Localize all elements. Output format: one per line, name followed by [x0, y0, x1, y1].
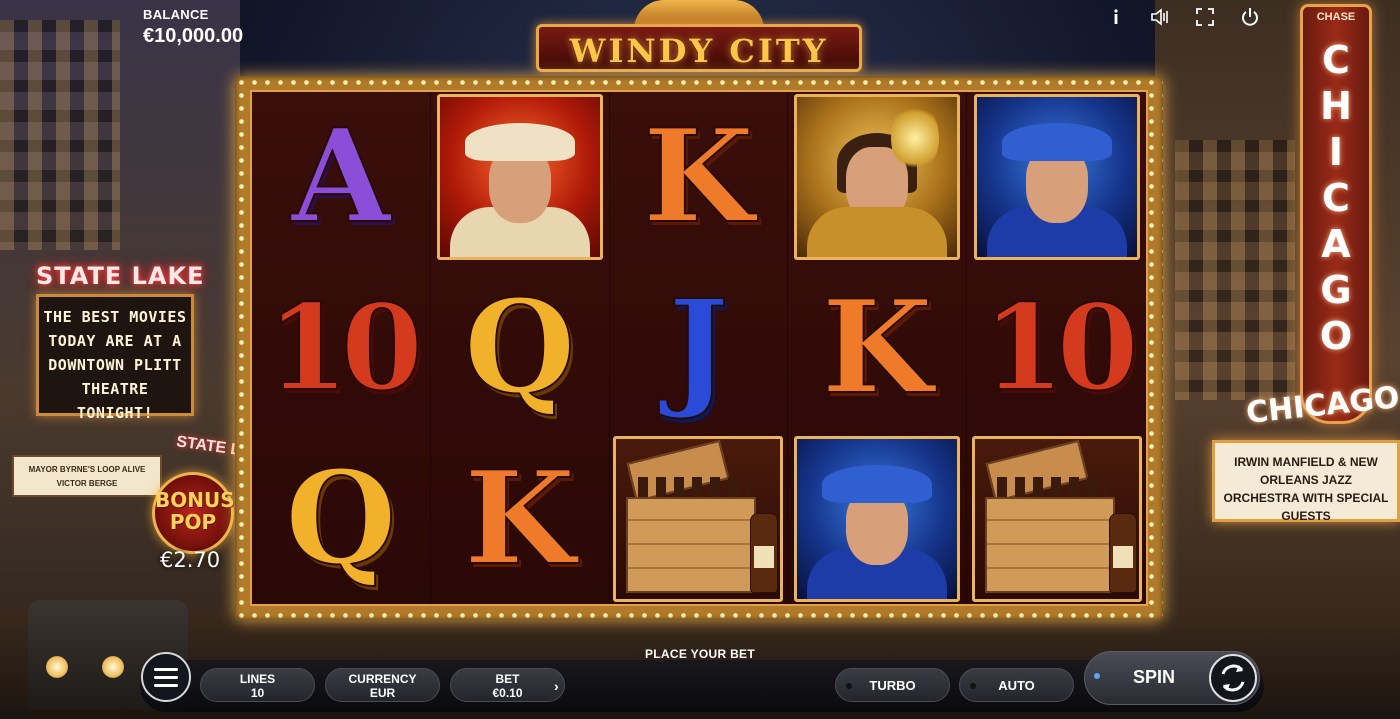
lines-value: 10	[250, 686, 265, 700]
mob-boss-symbol	[436, 94, 603, 261]
hamburger-icon	[154, 675, 178, 679]
bonus-pop-amount: €2.70	[160, 548, 221, 572]
balance-value: €10,000.00	[143, 25, 244, 47]
reel-grid: A 10 Q Q K K J K 10	[250, 90, 1148, 606]
symbol-k: K	[642, 102, 755, 253]
chicago-letter: C	[1322, 38, 1350, 82]
bet-label: BET	[495, 672, 520, 686]
power-icon[interactable]	[1239, 6, 1261, 28]
reel-cell	[788, 92, 966, 263]
reel-cell	[431, 92, 609, 263]
whisky-crate-symbol	[971, 435, 1142, 602]
bonus-pop-line1: BONUS	[155, 488, 235, 512]
reel-cell	[610, 433, 788, 604]
marquee-line: VICTOR BERGE	[56, 479, 118, 488]
chevron-right-icon[interactable]: ›	[554, 678, 559, 694]
hamburger-icon	[154, 683, 178, 687]
reel-column: K	[788, 92, 968, 604]
currency-value: EUR	[369, 686, 396, 700]
whisky-crate-symbol	[613, 435, 784, 602]
spin-button[interactable]	[1209, 654, 1257, 702]
reel-cell: Q	[431, 263, 609, 434]
hamburger-icon	[154, 667, 178, 671]
auto-indicator	[970, 683, 976, 689]
auto-label: AUTO	[998, 677, 1035, 693]
reel-cell: K	[431, 433, 609, 604]
turbo-button[interactable]: TURBO	[835, 668, 950, 702]
balance-label: BALANCE	[143, 7, 209, 22]
chicago-letter: O	[1319, 314, 1353, 358]
marquee-line: THE BEST MOVIES	[43, 308, 187, 326]
building-windows	[0, 20, 120, 250]
chicago-letters: CHICAGO	[1303, 37, 1369, 359]
symbol-j: J	[667, 273, 730, 423]
reel-cell: J	[610, 263, 788, 434]
marquee-line: IRWIN MANFIELD & NEW ORLEANS JAZZ	[1234, 455, 1378, 487]
reel-column: QK	[431, 92, 610, 604]
reel-cell	[788, 433, 966, 604]
reel-cell: 10	[252, 263, 430, 434]
chicago-letter: G	[1320, 268, 1352, 312]
movie-marquee: THE BEST MOVIES TODAY ARE AT A DOWNTOWN …	[36, 294, 194, 422]
reel-column: KJ	[610, 92, 789, 604]
auto-button[interactable]: AUTO	[959, 668, 1074, 702]
symbol-a: A	[290, 102, 391, 253]
game-logo: WINDY CITY	[514, 0, 884, 74]
sound-icon[interactable]	[1149, 6, 1171, 28]
menu-button[interactable]	[141, 652, 191, 702]
bet-selector[interactable]: BET €0.10	[450, 668, 565, 702]
gangster-blue-symbol	[973, 94, 1140, 261]
building-windows	[1175, 140, 1295, 400]
info-icon[interactable]	[1105, 6, 1127, 28]
theatre-marquee-right: IRWIN MANFIELD & NEW ORLEANS JAZZ ORCHES…	[1212, 440, 1400, 523]
symbol-10: 10	[981, 278, 1139, 417]
currency-selector[interactable]: CURRENCY EUR	[325, 668, 440, 702]
marquee-line: TODAY ARE AT A	[48, 332, 182, 350]
logo-text: WINDY CITY	[569, 32, 829, 70]
reel-cell: 10	[967, 263, 1146, 434]
chicago-letter: H	[1320, 84, 1352, 128]
marquee-line: THEATRE TONIGHT!	[76, 380, 154, 422]
reel-cell	[967, 92, 1146, 263]
symbol-q: Q	[463, 273, 576, 423]
reel-column: 10	[967, 92, 1146, 604]
marquee-line: MAYOR BYRNE'S LOOP ALIVE	[28, 465, 146, 474]
refresh-icon	[1221, 664, 1245, 692]
chicago-vertical-sign: CHASE CHICAGO	[1300, 4, 1372, 424]
marquee-line: ORCHESTRA WITH SPECIAL GUESTS	[1223, 491, 1389, 523]
reel-cell: A	[252, 92, 430, 263]
spin-indicator	[1094, 673, 1100, 679]
chicago-letter: I	[1328, 130, 1344, 174]
turbo-label: TURBO	[869, 677, 916, 693]
spin-label[interactable]: SPIN	[1133, 667, 1175, 688]
reel-cell: Q	[252, 433, 430, 604]
marquee-line: DOWNTOWN PLITT	[48, 356, 182, 374]
symbol-k: K	[463, 443, 576, 594]
symbol-q: Q	[284, 443, 397, 594]
bonus-pop-line2: POP	[169, 510, 217, 534]
currency-label: CURRENCY	[348, 672, 417, 686]
gangster-blue-symbol	[794, 435, 961, 602]
symbol-k: K	[821, 273, 934, 423]
chicago-letter: A	[1321, 222, 1351, 266]
chicago-letter: C	[1322, 176, 1350, 220]
bet-value: €0.10	[492, 686, 523, 700]
lines-label: LINES	[239, 672, 276, 686]
fullscreen-icon[interactable]	[1194, 6, 1216, 28]
flapper-lady-symbol	[794, 94, 961, 261]
state-lake-sign: STATE LAKE	[36, 262, 205, 290]
turbo-indicator	[846, 683, 852, 689]
reel-cell: K	[610, 92, 788, 263]
bonus-pop-badge[interactable]: BONUS POP	[152, 472, 235, 554]
reel-column: A 10 Q	[252, 92, 431, 604]
reel-cell	[967, 433, 1146, 604]
reel-cell: K	[788, 263, 966, 434]
lines-selector[interactable]: LINES 10	[200, 668, 315, 702]
symbol-10: 10	[266, 278, 424, 417]
chase-label: CHASE	[1316, 11, 1356, 23]
theatre-marquee-left: MAYOR BYRNE'S LOOP ALIVE VICTOR BERGE	[12, 455, 162, 497]
